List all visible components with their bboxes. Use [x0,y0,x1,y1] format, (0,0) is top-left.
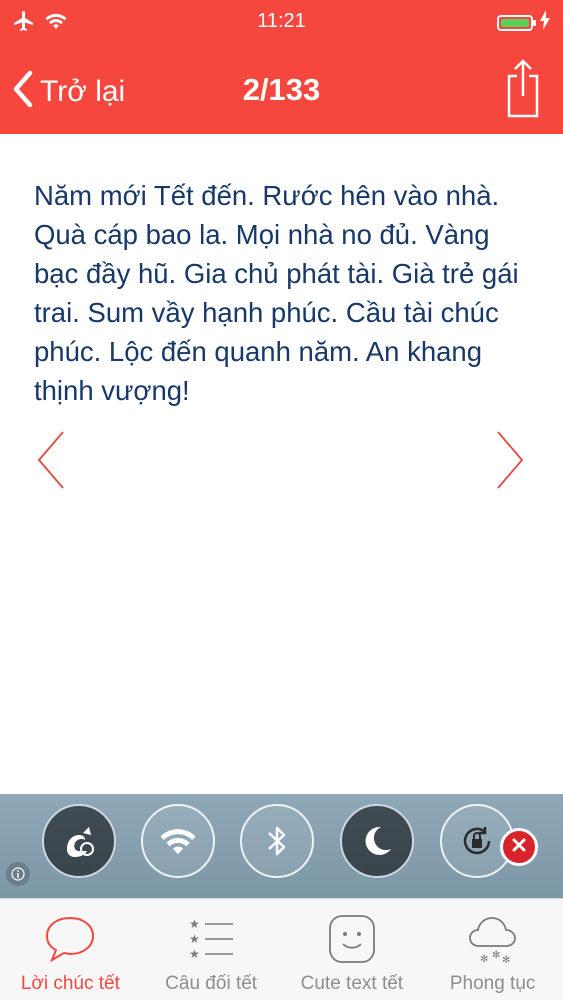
charging-icon [539,10,551,35]
svg-text:✻: ✻ [492,950,500,961]
greeting-message: Năm mới Tết đến. Rước hên vào nhà. Quà c… [34,180,519,406]
bluetooth-icon [240,804,314,878]
status-bar: 11:21 [0,0,563,44]
page-counter: 2/133 [242,72,321,107]
snow-cloud-icon: ✻ ✻ ✻ [422,909,563,969]
svg-text:★: ★ [189,947,200,961]
tab-label: Phong tục [449,973,536,994]
speech-bubble-icon [0,909,141,969]
tab-cau-doi-tet[interactable]: ★ ★ ★ Câu đối tết [141,899,282,1000]
tab-loi-chuc-tet[interactable]: Lời chúc tết [0,899,141,1000]
next-button[interactable] [495,428,525,497]
status-time: 11:21 [257,10,306,32]
tab-phong-tuc[interactable]: ✻ ✻ ✻ Phong tục [422,899,563,1000]
nav-bar: Trở lại 2/133 [0,44,563,134]
close-icon [511,837,527,858]
star-list-icon: ★ ★ ★ [141,909,282,969]
previous-button[interactable] [36,428,66,497]
chevron-right-icon [495,431,525,496]
tab-label: Câu đối tết [165,973,258,994]
status-right [497,10,551,35]
tab-label: Cute text tết [300,973,404,994]
svg-text:★: ★ [189,917,200,931]
smiley-face-icon [282,909,423,969]
svg-text:✻: ✻ [480,954,488,965]
moon-icon [340,804,414,878]
chevron-left-icon [36,431,66,496]
info-icon[interactable] [6,862,30,886]
tab-bar: Lời chúc tết ★ ★ ★ Câu đối tết Cute text… [0,898,563,1000]
close-ad-button[interactable] [500,828,538,866]
wifi-icon [141,804,215,878]
svg-text:★: ★ [189,932,200,946]
header: 11:21 Trở lại 2/133 [0,0,563,134]
share-icon [507,59,539,124]
svg-text:✻: ✻ [502,955,510,966]
tab-label: Lời chúc tết [20,973,120,994]
tab-cute-text-tet[interactable]: Cute text tết [282,899,423,1000]
uc-browser-icon [42,804,116,878]
battery-icon [497,14,536,31]
ad-banner[interactable] [0,794,563,898]
share-button[interactable] [507,58,539,125]
